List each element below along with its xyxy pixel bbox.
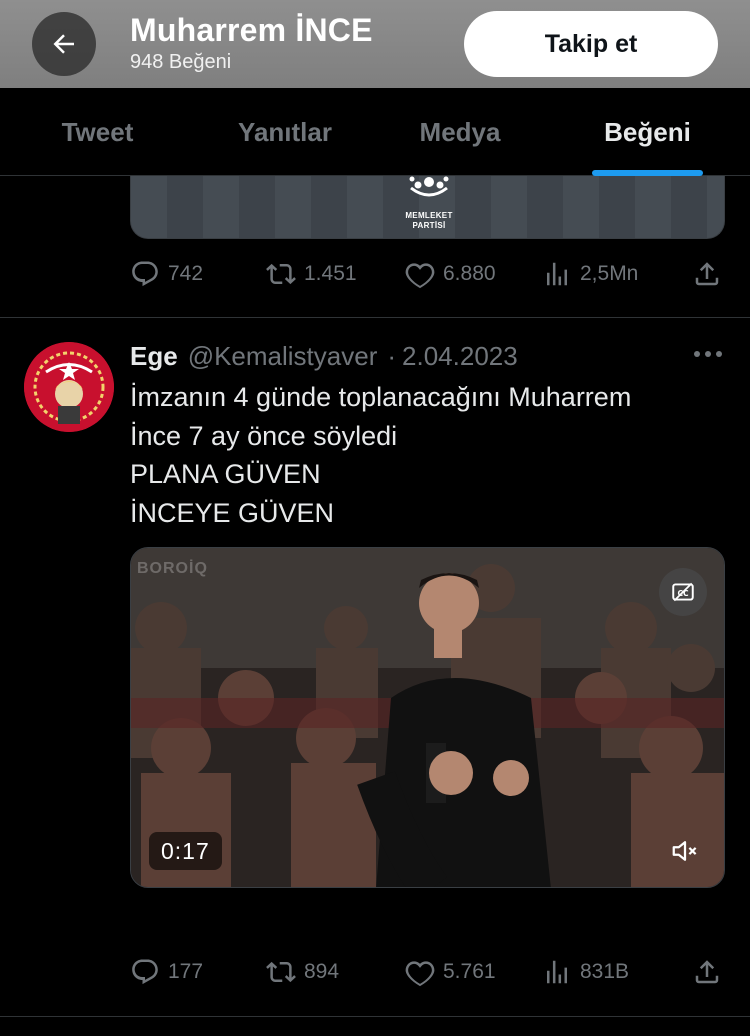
reply-button[interactable]: 742 — [130, 254, 203, 294]
arrow-left-icon — [53, 34, 74, 54]
avatar-emblem-icon — [24, 342, 114, 432]
tweet-divider — [0, 317, 750, 318]
tweet-divider — [0, 1016, 750, 1017]
profile-tabs: Tweet Yanıtlar Medya Beğeni — [0, 88, 750, 176]
views-button[interactable]: 2,5Mn — [542, 254, 638, 294]
tweet-actions: 177 894 5.761 831B — [0, 952, 750, 992]
like-button[interactable]: 5.761 — [405, 952, 496, 992]
tab-media[interactable]: Medya — [375, 88, 545, 176]
follow-button[interactable]: Takip et — [464, 11, 718, 77]
reply-icon — [132, 959, 158, 985]
mute-button[interactable] — [665, 831, 705, 871]
tweet-date[interactable]: 2.04.2023 — [402, 341, 518, 372]
party-logo-text: MEMLEKET PARTİSİ — [405, 211, 453, 230]
captions-button[interactable]: CC — [659, 568, 707, 616]
views-button[interactable]: 831B — [542, 952, 629, 992]
views-icon — [547, 262, 567, 286]
video-duration: 0:17 — [149, 832, 222, 870]
back-button[interactable] — [32, 12, 96, 76]
previous-tweet-image[interactable]: MEMLEKET PARTİSİ — [130, 176, 725, 239]
tweet-text: İmzanın 4 günde toplanacağını Muharrem İ… — [130, 382, 632, 528]
profile-header: Muharrem İNCE 948 Beğeni Takip et — [0, 0, 750, 88]
party-logo-icon — [409, 176, 449, 197]
share-icon — [695, 262, 719, 286]
reply-button[interactable]: 177 — [130, 952, 203, 992]
avatar[interactable] — [24, 342, 114, 432]
likes-count: 948 Beğeni — [130, 51, 232, 73]
retweet-icon — [266, 961, 296, 983]
tab-likes[interactable]: Beğeni — [560, 88, 735, 176]
profile-name: Muharrem İNCE — [130, 12, 373, 48]
author-handle[interactable]: @Kemalistyaver — [188, 341, 378, 372]
like-button[interactable]: 6.880 — [405, 254, 496, 294]
tweet-video[interactable]: BOROİQ CC 0:17 — [130, 547, 725, 888]
mute-icon — [672, 841, 697, 861]
share-button[interactable] — [692, 254, 722, 294]
author-name[interactable]: Ege — [130, 341, 178, 372]
heart-icon — [405, 263, 435, 289]
reply-icon — [132, 261, 158, 287]
more-icon[interactable] — [692, 342, 724, 366]
share-button[interactable] — [692, 952, 722, 992]
views-icon — [547, 960, 567, 984]
retweet-button[interactable]: 894 — [266, 952, 339, 992]
video-watermark: BOROİQ — [137, 560, 208, 577]
separator-dot: · — [387, 340, 397, 371]
previous-tweet-actions: 742 1.451 6.880 2,5Mn — [0, 254, 750, 294]
share-icon — [695, 960, 719, 984]
retweet-icon — [266, 263, 296, 285]
heart-icon — [405, 961, 435, 987]
tweet-header: Ege @Kemalistyaver · 2.04.2023 — [130, 340, 518, 372]
retweet-button[interactable]: 1.451 — [266, 254, 357, 294]
tab-replies[interactable]: Yanıtlar — [195, 88, 375, 176]
captions-icon: CC — [672, 582, 694, 602]
tab-tweet[interactable]: Tweet — [0, 88, 195, 176]
